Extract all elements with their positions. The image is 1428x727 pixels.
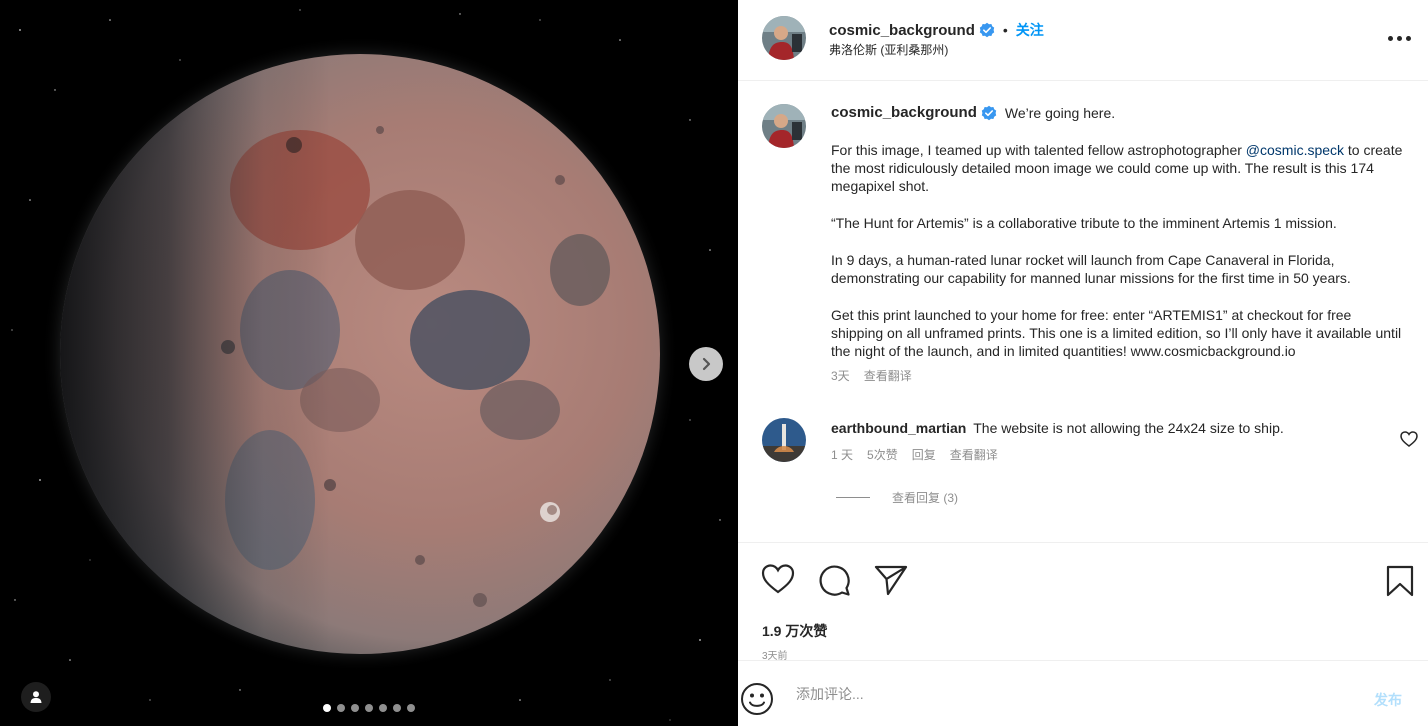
author-username[interactable]: cosmic_background <box>829 22 975 39</box>
view-replies-label: 查看回复 (3) <box>892 491 959 505</box>
carousel-dot[interactable] <box>337 704 345 712</box>
share-send-icon[interactable] <box>874 564 908 596</box>
carousel-dot[interactable] <box>379 704 387 712</box>
post-header: cosmic_background • 关注 弗洛伦斯 (亚利桑那州) <box>738 0 1428 81</box>
chevron-right-icon <box>702 357 711 371</box>
carousel-dot[interactable] <box>365 704 373 712</box>
carousel-dot[interactable] <box>407 704 415 712</box>
likes-count[interactable]: 1.9 万次赞 <box>762 621 827 641</box>
caption-meta: 3天 查看翻译 <box>831 367 1403 385</box>
caption-paragraph-3: In 9 days, a human-rated lunar rocket wi… <box>831 252 1351 286</box>
carousel-indicator <box>323 704 415 712</box>
caption-header: cosmic_background We’re going here. <box>831 104 1403 122</box>
caption-time[interactable]: 3天 <box>831 367 850 385</box>
follow-button[interactable]: 关注 <box>1016 20 1044 40</box>
comment-time[interactable]: 1 天 <box>831 446 853 463</box>
carousel-next-button[interactable] <box>689 347 723 381</box>
view-replies-button[interactable]: 查看回复 (3) <box>836 489 958 506</box>
author-avatar[interactable] <box>762 16 806 60</box>
carousel-dot[interactable] <box>351 704 359 712</box>
post-caption: cosmic_background We’re going here. For … <box>831 104 1403 385</box>
caption-translate-link[interactable]: 查看翻译 <box>864 367 912 385</box>
mention-link[interactable]: @cosmic.speck <box>1246 142 1344 158</box>
caption-text: For this image, I teamed up with talente… <box>831 142 1246 158</box>
comment-composer: 发布 <box>738 660 1428 727</box>
post-location[interactable]: 弗洛伦斯 (亚利桑那州) <box>829 41 948 58</box>
tagged-users-button[interactable] <box>21 682 51 712</box>
moon-photo <box>11 9 721 721</box>
comment-body: earthbound_martian The website is not al… <box>831 418 1391 438</box>
caption-author-avatar[interactable] <box>762 104 806 148</box>
more-options-button[interactable] <box>1384 28 1414 48</box>
emoji-icon[interactable] <box>740 682 774 716</box>
comment-likes[interactable]: 5次赞 <box>867 446 898 463</box>
comment-bubble-icon[interactable] <box>818 564 851 597</box>
verified-badge-icon <box>979 22 995 38</box>
save-bookmark-icon[interactable] <box>1386 565 1414 597</box>
person-icon <box>30 691 42 703</box>
like-heart-icon[interactable] <box>761 563 795 595</box>
comment-meta: 1 天 5次赞 回复 查看翻译 <box>831 446 1391 463</box>
comment-text: The website is not allowing the 24x24 si… <box>973 420 1284 436</box>
comment-reply-button[interactable]: 回复 <box>912 446 936 463</box>
caption-username[interactable]: cosmic_background <box>831 104 977 122</box>
caption-paragraph-1: For this image, I teamed up with talente… <box>831 141 1403 195</box>
carousel-dot[interactable] <box>393 704 401 712</box>
commenter-avatar[interactable] <box>762 418 806 462</box>
comment-item: earthbound_martian The website is not al… <box>831 418 1391 463</box>
instagram-post-viewer: cosmic_background • 关注 弗洛伦斯 (亚利桑那州) cosm… <box>0 0 1428 726</box>
comment-translate-link[interactable]: 查看翻译 <box>950 446 998 463</box>
carousel-dot[interactable] <box>323 704 331 712</box>
post-comment-button[interactable]: 发布 <box>1374 690 1402 710</box>
caption-paragraph-4: Get this print launched to your home for… <box>831 307 1402 359</box>
more-dot <box>1405 35 1411 41</box>
post-media <box>0 0 738 726</box>
author-line: cosmic_background • 关注 <box>829 20 1044 40</box>
commenter-username[interactable]: earthbound_martian <box>831 420 966 436</box>
caption-first-line: We’re going here. <box>1004 105 1116 121</box>
verified-badge-icon <box>981 105 997 121</box>
like-comment-heart-icon[interactable] <box>1400 431 1418 447</box>
caption-paragraph-2: “The Hunt for Artemis” is a collaborativ… <box>831 215 1337 231</box>
comment-input[interactable] <box>794 679 1358 709</box>
replies-divider-line <box>836 497 870 498</box>
post-actions: 1.9 万次赞 3天前 <box>738 542 1428 662</box>
header-separator: • <box>1002 22 1008 38</box>
more-dot <box>1396 35 1402 41</box>
post-side-panel: cosmic_background • 关注 弗洛伦斯 (亚利桑那州) cosm… <box>738 0 1428 726</box>
more-dot <box>1387 35 1393 41</box>
